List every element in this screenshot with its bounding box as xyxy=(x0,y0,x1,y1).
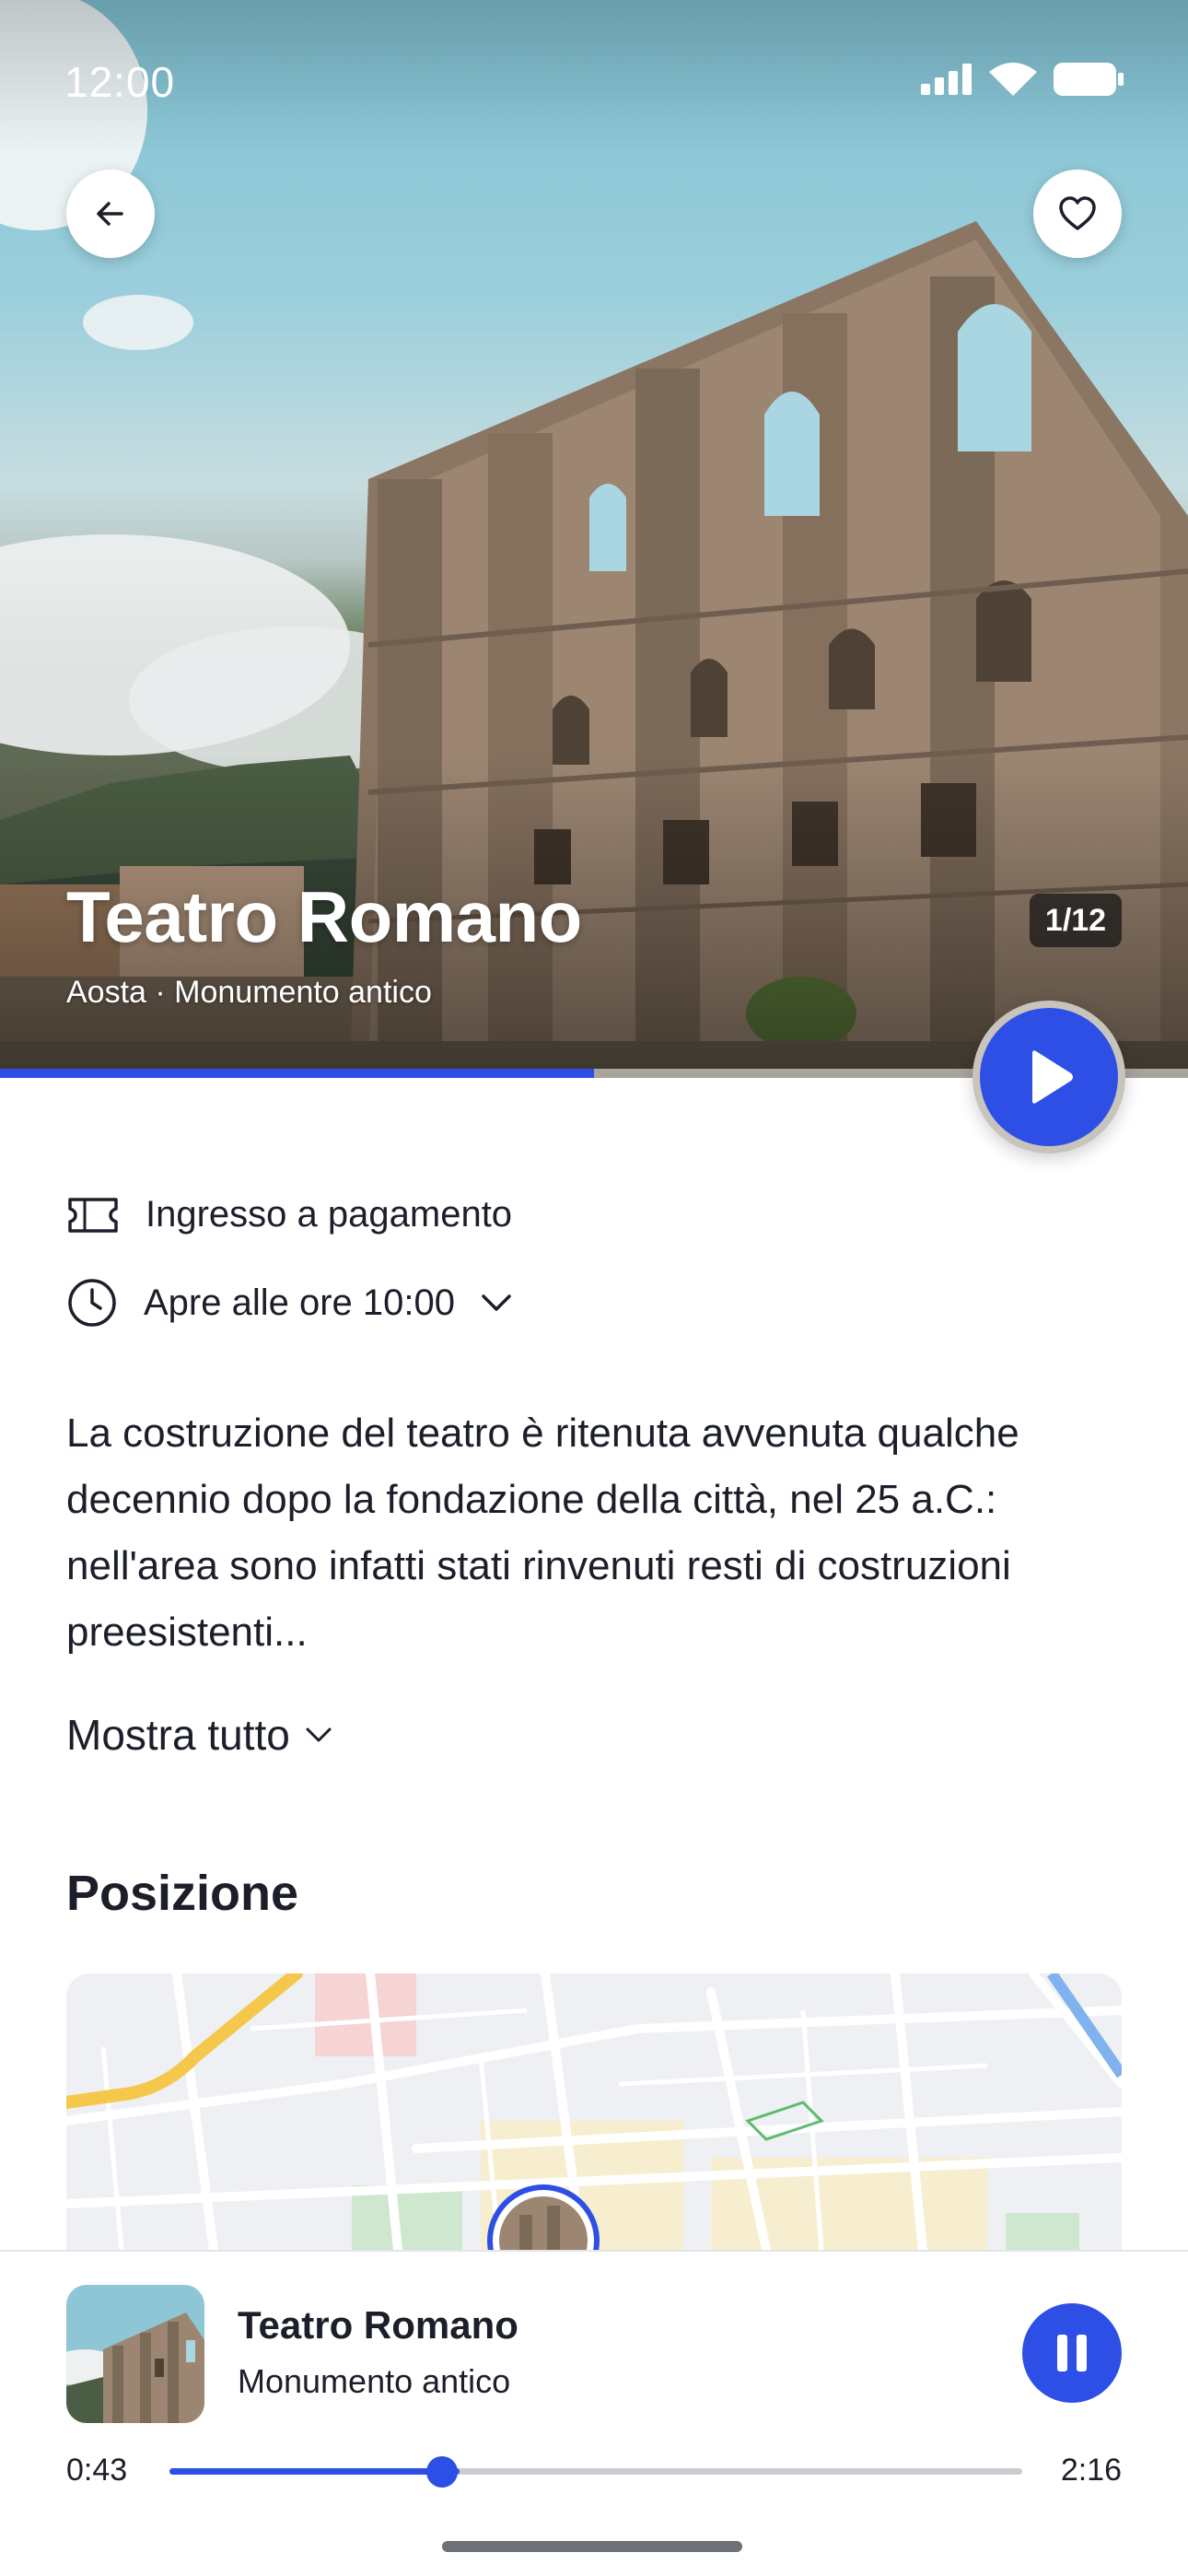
map-tiles xyxy=(66,1973,1122,2250)
location-section-title: Posizione xyxy=(66,1866,299,1921)
player-title: Teatro Romano xyxy=(238,2303,518,2347)
status-time: 12:00 xyxy=(64,58,176,106)
player-thumbnail[interactable] xyxy=(66,2285,204,2423)
opening-hours-row[interactable]: Apre alle ore 10:00 xyxy=(66,1277,512,1329)
home-indicator xyxy=(442,2541,742,2552)
opening-hours-label: Apre alle ore 10:00 xyxy=(144,1282,456,1323)
play-audio-button[interactable] xyxy=(973,1001,1125,1153)
audio-progress-handle[interactable] xyxy=(426,2456,459,2488)
elapsed-time: 0:43 xyxy=(66,2453,128,2488)
status-icons xyxy=(921,63,1124,96)
audio-progress-fill xyxy=(169,2468,460,2475)
chevron-down-icon xyxy=(306,1727,332,1742)
audio-mini-player: Teatro Romano Monumento antico 0:43 2:16 xyxy=(0,2250,1188,2576)
show-all-label: Mostra tutto xyxy=(66,1711,290,1759)
player-thumbnail-image xyxy=(66,2285,204,2423)
clock-icon xyxy=(68,1279,116,1327)
location-map[interactable] xyxy=(66,1973,1122,2250)
back-arrow-icon xyxy=(97,202,123,226)
status-bar: 12:00 xyxy=(0,0,1188,166)
pause-button[interactable] xyxy=(1022,2303,1122,2403)
pause-icon xyxy=(1057,2335,1087,2371)
ticket-info-row: Ingresso a pagamento xyxy=(66,1194,512,1235)
photo-counter-badge: 1/12 xyxy=(1030,894,1122,947)
favorite-button[interactable] xyxy=(1033,170,1122,258)
ticket-label: Ingresso a pagamento xyxy=(146,1194,513,1235)
wifi-icon xyxy=(989,63,1037,96)
ticket-icon xyxy=(68,1197,118,1233)
back-button[interactable] xyxy=(66,170,155,258)
show-all-button[interactable]: Mostra tutto xyxy=(66,1710,332,1760)
play-icon xyxy=(1032,1050,1073,1104)
place-subtitle: Aosta · Monumento antico xyxy=(66,975,432,1010)
total-duration: 2:16 xyxy=(1060,2453,1122,2488)
place-title: Teatro Romano xyxy=(66,876,582,957)
player-subtitle: Monumento antico xyxy=(238,2362,511,2400)
battery-icon xyxy=(1054,63,1124,96)
signal-icon xyxy=(921,64,972,95)
chevron-down-icon xyxy=(482,1294,511,1311)
gallery-progress-fill xyxy=(0,1069,594,1078)
description-text: La costruzione del teatro è ritenuta avv… xyxy=(66,1411,1019,1655)
heart-icon xyxy=(1059,196,1096,230)
